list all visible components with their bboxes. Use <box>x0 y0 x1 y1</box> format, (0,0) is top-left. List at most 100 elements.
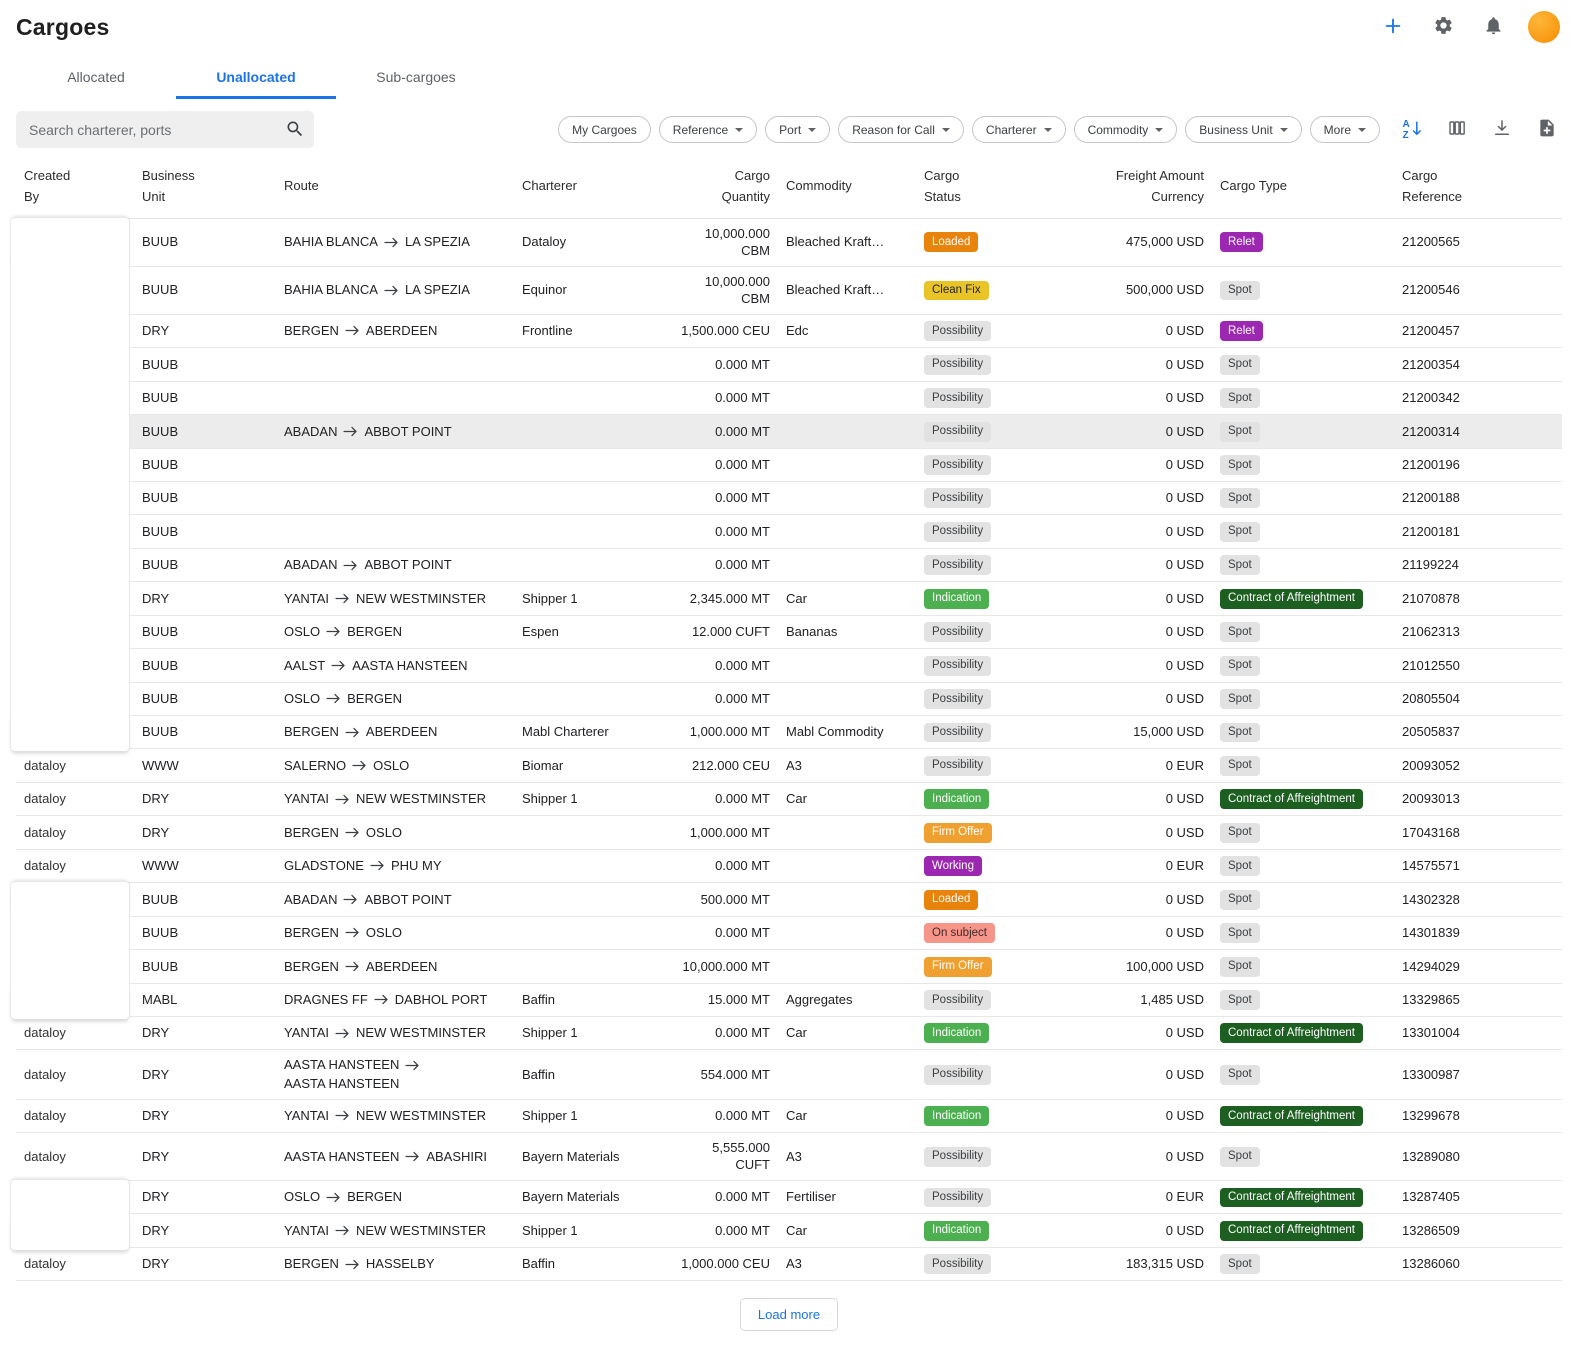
business-unit-cell: WWW <box>134 849 276 882</box>
cargo-status-badge: Possibility <box>924 321 991 341</box>
add-button[interactable] <box>1378 12 1408 42</box>
commodity-cell <box>778 548 916 581</box>
table-row[interactable]: dataloy WWW SALERNO OSLO Biomar 212.000 … <box>16 749 1562 782</box>
table-row[interactable]: dataloy DRY YANTAI NEW WESTMINSTER Shipp… <box>16 1016 1562 1049</box>
route-cell: SALERNO OSLO <box>276 749 514 782</box>
table-row[interactable]: BUUB BERGEN ABERDEEN Mabl Charterer 1,00… <box>16 716 1562 749</box>
created-by-cell <box>16 548 134 581</box>
table-row[interactable]: dataloy DRY AASTA HANSTEEN AASTA HANSTEE… <box>16 1050 1562 1099</box>
notifications-button[interactable] <box>1478 12 1508 42</box>
filter-chip-port[interactable]: Port <box>765 116 830 143</box>
commodity-cell <box>778 481 916 514</box>
table-row[interactable]: dataloy DRY YANTAI NEW WESTMINSTER Shipp… <box>16 1099 1562 1132</box>
charterer-cell <box>514 548 666 581</box>
business-unit-cell: DRY <box>134 1214 276 1247</box>
columns-button[interactable] <box>1442 115 1472 145</box>
cargo-type-badge: Spot <box>1220 522 1260 542</box>
commodity-cell: Mabl Commodity <box>778 716 916 749</box>
filter-chip-reference[interactable]: Reference <box>659 116 757 143</box>
tab-unallocated[interactable]: Unallocated <box>176 56 336 99</box>
svg-text:Z: Z <box>1402 130 1408 140</box>
search-input[interactable] <box>16 111 314 148</box>
reference-cell: 13301004 <box>1394 1016 1562 1049</box>
table-row[interactable]: dataloy DRY AASTA HANSTEEN ABASHIRI Baye… <box>16 1132 1562 1180</box>
quantity-cell: 0.000 MT <box>666 1099 778 1132</box>
table-row[interactable]: BUUB BAHIA BLANCA LA SPEZIA Dataloy 10,0… <box>16 218 1562 266</box>
route-cell: BERGEN HASSELBY <box>276 1247 514 1280</box>
cargo-status-badge: Clean Fix <box>924 281 989 301</box>
business-unit-cell: BUUB <box>134 649 276 682</box>
settings-button[interactable] <box>1428 12 1458 42</box>
add-file-button[interactable] <box>1532 115 1562 145</box>
tab-allocated[interactable]: Allocated <box>16 56 176 99</box>
table-row[interactable]: BUUB ABADAN ABBOT POINT 0.000 MT Possibi… <box>16 415 1562 448</box>
filter-chips: My Cargoes Reference Port Reason for Call Ch… <box>558 116 1380 143</box>
cargo-type-badge: Contract of Affreightment <box>1220 1188 1363 1208</box>
created-by-cell: dataloy <box>16 1016 134 1049</box>
created-by-cell <box>16 950 134 983</box>
freight-cell: 0 EUR <box>1084 749 1212 782</box>
add-file-icon <box>1537 118 1557 141</box>
table-row[interactable]: BUUB BERGEN ABERDEEN 10,000.000 MT Firm … <box>16 950 1562 983</box>
table-row[interactable]: DRY BERGEN ABERDEEN Frontline 1,500.000 … <box>16 314 1562 347</box>
filter-chip-charterer[interactable]: Charterer <box>972 116 1066 143</box>
sort-button[interactable]: A Z <box>1397 115 1427 145</box>
charterer-cell <box>514 950 666 983</box>
table-row[interactable]: BUUB 0.000 MT Possibility 0 USD Spot 212… <box>16 381 1562 414</box>
route-arrow-icon <box>384 237 399 248</box>
freight-cell: 0 USD <box>1084 916 1212 949</box>
table-row[interactable]: dataloy DRY BERGEN OSLO 1,000.000 MT Fir… <box>16 816 1562 849</box>
freight-cell: 0 USD <box>1084 1214 1212 1247</box>
table-row[interactable]: BUUB BAHIA BLANCA LA SPEZIA Equinor 10,0… <box>16 266 1562 314</box>
route-arrow-icon <box>345 827 360 838</box>
table-row[interactable]: BUUB 0.000 MT Possibility 0 USD Spot 212… <box>16 348 1562 381</box>
column-header-commodity: Commodity <box>778 158 916 218</box>
commodity-cell: Fertiliser <box>778 1181 916 1214</box>
table-row[interactable]: dataloy WWW GLADSTONE PHU MY 0.000 MT Wo… <box>16 849 1562 882</box>
quantity-cell: 0.000 MT <box>666 1181 778 1214</box>
table-row[interactable]: DRY OSLO BERGEN Bayern Materials 0.000 M… <box>16 1181 1562 1214</box>
reference-cell: 13286509 <box>1394 1214 1562 1247</box>
commodity-cell <box>778 381 916 414</box>
table-row[interactable]: DRY YANTAI NEW WESTMINSTER Shipper 1 2,3… <box>16 582 1562 615</box>
cargo-type-cell: Spot <box>1212 1247 1394 1280</box>
route-cell: BAHIA BLANCA LA SPEZIA <box>276 218 514 266</box>
table-row[interactable]: DRY YANTAI NEW WESTMINSTER Shipper 1 0.0… <box>16 1214 1562 1247</box>
table-row[interactable]: BUUB OSLO BERGEN Espen 12.000 CUFT Banan… <box>16 615 1562 648</box>
cargo-type-badge: Spot <box>1220 488 1260 508</box>
created-by-cell <box>16 649 134 682</box>
route-cell: BERGEN ABERDEEN <box>276 716 514 749</box>
freight-cell: 0 USD <box>1084 348 1212 381</box>
filter-chip-more[interactable]: More <box>1310 116 1380 143</box>
table-row[interactable]: BUUB BERGEN OSLO 0.000 MT On subject 0 U… <box>16 916 1562 949</box>
table-row[interactable]: BUUB 0.000 MT Possibility 0 USD Spot 212… <box>16 481 1562 514</box>
filter-chip-commodity[interactable]: Commodity <box>1074 116 1178 143</box>
avatar[interactable] <box>1528 11 1560 43</box>
table-row[interactable]: BUUB 0.000 MT Possibility 0 USD Spot 212… <box>16 515 1562 548</box>
table-row[interactable]: BUUB AALST AASTA HANSTEEN 0.000 MT Possi… <box>16 649 1562 682</box>
table-row[interactable]: dataloy DRY YANTAI NEW WESTMINSTER Shipp… <box>16 782 1562 815</box>
filter-chip-my-cargoes[interactable]: My Cargoes <box>558 116 651 143</box>
status-cell: Indication <box>916 1099 1084 1132</box>
table-row[interactable]: MABL DRAGNES FF DABHOL PORT Baffin 15.00… <box>16 983 1562 1016</box>
tab-bar: AllocatedUnallocatedSub-cargoes <box>0 50 1578 99</box>
filter-chip-reason-for-call[interactable]: Reason for Call <box>838 116 964 143</box>
route-cell: OSLO BERGEN <box>276 1181 514 1214</box>
quantity-cell: 0.000 MT <box>666 348 778 381</box>
table-row[interactable]: dataloy DRY BERGEN HASSELBY Baffin 1,000… <box>16 1247 1562 1280</box>
cargo-status-badge: Indication <box>924 789 989 809</box>
filter-chip-business-unit[interactable]: Business Unit <box>1185 116 1301 143</box>
table-row[interactable]: BUUB ABADAN ABBOT POINT 0.000 MT Possibi… <box>16 548 1562 581</box>
load-more-button[interactable]: Load more <box>740 1298 838 1331</box>
route-arrow-icon <box>405 1060 420 1071</box>
download-button[interactable] <box>1487 115 1517 145</box>
quantity-cell: 0.000 MT <box>666 916 778 949</box>
table-row[interactable]: BUUB ABADAN ABBOT POINT 500.000 MT Loade… <box>16 883 1562 916</box>
business-unit-cell: BUUB <box>134 348 276 381</box>
table-row[interactable]: BUUB 0.000 MT Possibility 0 USD Spot 212… <box>16 448 1562 481</box>
tab-sub-cargoes[interactable]: Sub-cargoes <box>336 56 496 99</box>
cargo-type-cell: Relet <box>1212 218 1394 266</box>
table-row[interactable]: BUUB OSLO BERGEN 0.000 MT Possibility 0 … <box>16 682 1562 715</box>
reference-cell: 14575571 <box>1394 849 1562 882</box>
reference-cell: 21200188 <box>1394 481 1562 514</box>
